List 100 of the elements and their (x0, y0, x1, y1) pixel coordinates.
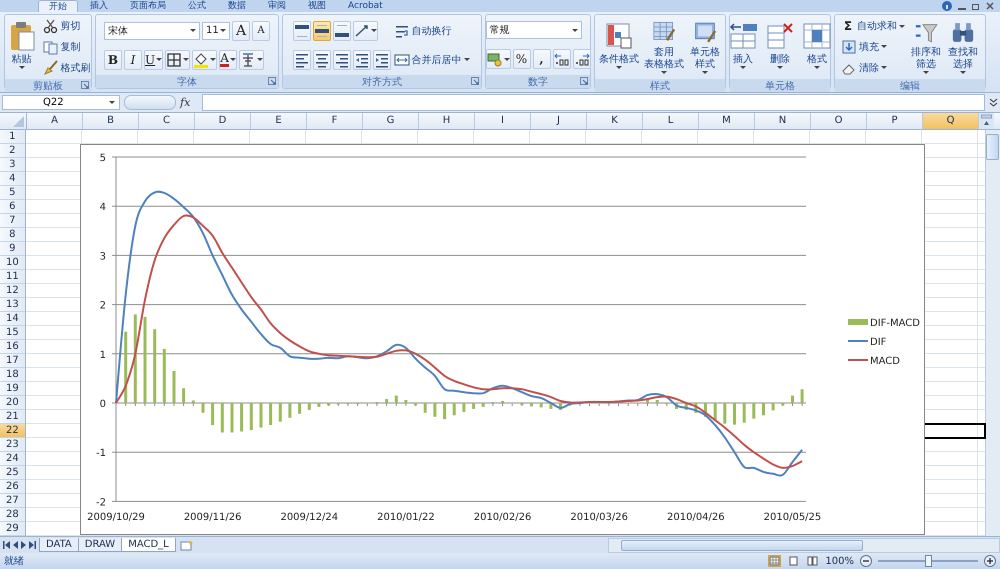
toolbar-button[interactable] (572, 49, 590, 69)
toolbar-button[interactable] (332, 50, 350, 70)
toolbar-button[interactable] (292, 20, 310, 40)
column-header[interactable]: K (587, 113, 643, 129)
ribbon-button[interactable]: 插入 (725, 17, 761, 77)
row-header[interactable]: 20 (0, 396, 25, 410)
row-header[interactable]: 11 (0, 270, 25, 284)
dialog-launcher-icon[interactable] (268, 77, 276, 85)
sheet-tab[interactable]: DRAW (78, 538, 122, 552)
column-header[interactable]: C (139, 113, 195, 129)
toolbar-button[interactable]: U (144, 50, 164, 70)
ribbon-button[interactable]: 条件格式 (597, 17, 641, 77)
next-sheet-icon[interactable] (21, 541, 26, 549)
row-header[interactable]: 5 (0, 186, 25, 200)
row-header[interactable]: 7 (0, 214, 25, 228)
toolbar-button[interactable] (292, 50, 310, 70)
view-button[interactable] (787, 555, 800, 567)
toolbar-button[interactable] (239, 50, 264, 70)
split-handle-icon[interactable] (981, 113, 992, 127)
toolbar-button[interactable] (486, 49, 510, 69)
toolbar-button[interactable] (332, 20, 350, 40)
row-header[interactable]: 25 (0, 466, 25, 480)
row-header[interactable]: 13 (0, 298, 25, 312)
column-header[interactable]: I (475, 113, 531, 129)
vertical-scrollbar[interactable] (984, 130, 1000, 536)
column-header[interactable]: E (251, 113, 307, 129)
formula-bar-handle[interactable] (124, 95, 176, 110)
row-header[interactable]: 18 (0, 368, 25, 382)
toolbar-button[interactable]: % (512, 49, 530, 69)
toolbar-button[interactable]: A (232, 20, 250, 40)
ribbon-button[interactable]: 清除 (839, 60, 907, 76)
close-icon[interactable] (986, 2, 994, 10)
ribbon-button[interactable]: 粘贴 (4, 17, 40, 77)
ribbon-tab[interactable]: Acrobat (338, 0, 393, 12)
dialog-launcher-icon[interactable] (471, 77, 479, 85)
view-button[interactable] (768, 555, 782, 567)
toolbar-button[interactable] (312, 50, 330, 70)
row-header[interactable]: 16 (0, 340, 25, 354)
ribbon-button[interactable]: 合并后居中 (392, 52, 472, 68)
column-header[interactable]: J (531, 113, 587, 129)
row-header[interactable]: 26 (0, 480, 25, 494)
row-header[interactable]: 1 (0, 130, 25, 144)
ribbon-button[interactable]: 查找和 选择 (945, 17, 981, 77)
ribbon-tab[interactable]: 视图 (298, 0, 336, 12)
ribbon-button[interactable]: 套用 表格格式 (642, 17, 686, 77)
column-header[interactable]: D (195, 113, 251, 129)
toolbar-button[interactable] (552, 49, 570, 69)
row-header[interactable]: 15 (0, 326, 25, 340)
scroll-thumb[interactable] (621, 540, 863, 550)
expand-icon[interactable] (989, 98, 998, 107)
row-header[interactable]: 9 (0, 242, 25, 256)
view-button[interactable] (806, 555, 820, 567)
row-header[interactable]: 24 (0, 452, 25, 466)
row-header[interactable]: 19 (0, 382, 25, 396)
restore-icon[interactable] (972, 2, 980, 10)
ribbon-button[interactable]: 删除 (762, 17, 798, 77)
function-button[interactable]: fx (180, 96, 198, 109)
ribbon-tab[interactable]: 插入 (80, 0, 118, 12)
column-header[interactable]: F (307, 113, 363, 129)
toolbar-button[interactable] (352, 20, 378, 40)
ribbon-button[interactable]: 自动换行 (392, 22, 472, 38)
dialog-launcher-icon[interactable] (580, 77, 588, 85)
ribbon-button[interactable]: 排序和 筛选 (908, 17, 944, 77)
row-header[interactable]: 6 (0, 200, 25, 214)
row-header[interactable]: 2 (0, 144, 25, 158)
dropdown-field[interactable]: 11 (202, 22, 230, 40)
insert-sheet-icon[interactable] (180, 540, 194, 550)
row-header[interactable]: 17 (0, 354, 25, 368)
help-icon[interactable] (942, 1, 952, 11)
row-header[interactable]: 22 (0, 424, 25, 438)
last-sheet-icon[interactable] (29, 541, 36, 549)
ribbon-tab[interactable]: 页面布局 (120, 0, 176, 12)
column-header[interactable]: G (363, 113, 419, 129)
column-header[interactable]: M (699, 113, 755, 129)
ribbon-button[interactable]: 单元格 样式 (687, 17, 723, 77)
column-header[interactable]: H (419, 113, 475, 129)
ribbon-button[interactable]: 填充 (839, 38, 907, 55)
column-header[interactable]: Q (923, 113, 979, 129)
toolbar-button[interactable] (352, 50, 370, 70)
row-header[interactable]: 28 (0, 508, 25, 522)
ribbon-tab[interactable]: 审阅 (258, 0, 296, 12)
ribbon-button[interactable]: 格式刷 (40, 60, 92, 76)
toolbar-button[interactable]: A (252, 20, 270, 40)
row-header[interactable]: 8 (0, 228, 25, 242)
ribbon-button[interactable]: Σ 自动求和 (839, 18, 907, 34)
column-header[interactable]: N (755, 113, 811, 129)
sheet-tab[interactable]: DATA (39, 538, 79, 552)
zoom-in-icon[interactable] (984, 555, 996, 567)
toolbar-button[interactable]: A (219, 50, 238, 70)
column-header[interactable]: L (643, 113, 699, 129)
row-header[interactable]: 3 (0, 158, 25, 172)
ribbon-button[interactable]: 复制 (40, 38, 92, 55)
zoom-out-icon[interactable] (860, 555, 872, 567)
row-header[interactable]: 12 (0, 284, 25, 298)
ribbon-button[interactable]: 剪切 (40, 18, 92, 34)
toolbar-button[interactable] (372, 50, 390, 70)
toolbar-button[interactable]: , (532, 49, 550, 69)
column-header[interactable]: O (811, 113, 867, 129)
toolbar-button[interactable] (312, 20, 330, 40)
first-sheet-icon[interactable] (3, 541, 10, 549)
